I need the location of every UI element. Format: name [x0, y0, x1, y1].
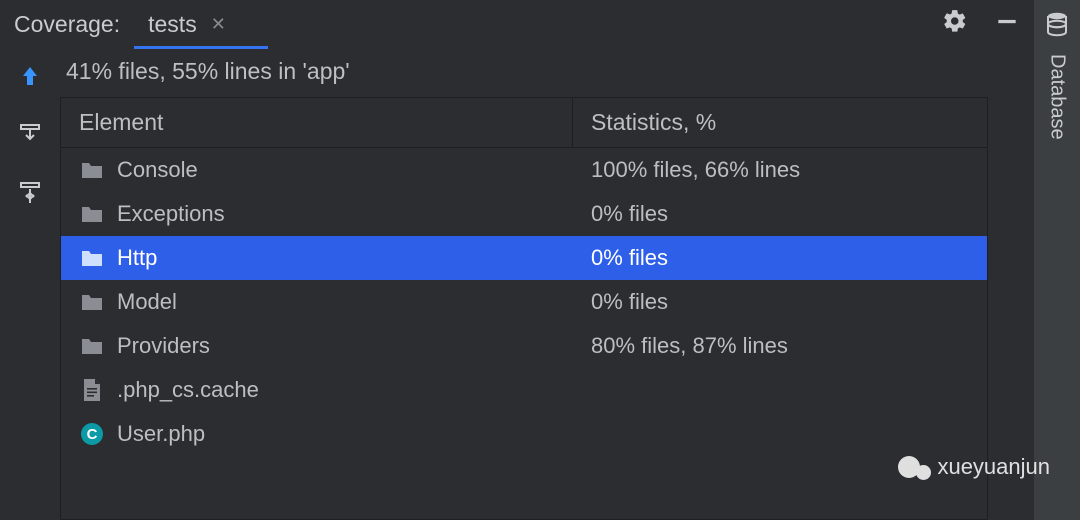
file-icon [79, 377, 105, 403]
watermark-text: xueyuanjun [937, 454, 1050, 480]
cell-stats: 100% files, 66% lines [573, 157, 987, 183]
table-row[interactable]: Http 0% files [61, 236, 987, 280]
database-sidebar-label[interactable]: Database [1046, 54, 1069, 140]
cell-element: Model [61, 289, 573, 315]
coverage-header: Coverage: tests ✕ [0, 0, 1034, 48]
row-name: .php_cs.cache [117, 377, 259, 403]
folder-icon [79, 201, 105, 227]
watermark: xueyuanjun [898, 454, 1050, 480]
row-name: User.php [117, 421, 205, 447]
row-name: Http [117, 245, 157, 271]
tab-tests[interactable]: tests ✕ [144, 0, 230, 48]
tab-label: tests [148, 11, 197, 38]
folder-icon [79, 333, 105, 359]
row-name: Exceptions [117, 201, 225, 227]
export-icon[interactable] [16, 178, 44, 206]
table-row[interactable]: .php_cs.cache [61, 368, 987, 412]
import-icon[interactable] [16, 120, 44, 148]
column-header-element[interactable]: Element [61, 98, 573, 147]
cell-element: Http [61, 245, 573, 271]
panel-title: Coverage: [14, 11, 120, 38]
table-row[interactable]: Providers 80% files, 87% lines [61, 324, 987, 368]
cell-element: .php_cs.cache [61, 377, 573, 403]
coverage-table: Element Statistics, % Console 100% files,… [60, 97, 988, 520]
column-header-stats[interactable]: Statistics, % [573, 98, 987, 147]
left-toolbar [0, 48, 60, 520]
table-row[interactable]: Console 100% files, 66% lines [61, 148, 987, 192]
database-icon[interactable] [1045, 12, 1069, 44]
cell-element: Providers [61, 333, 573, 359]
watermark-bubble-icon [916, 465, 931, 480]
tab-underline [134, 46, 268, 49]
cell-element: Console [61, 157, 573, 183]
table-row[interactable]: Model 0% files [61, 280, 987, 324]
minimize-icon[interactable] [994, 8, 1020, 40]
folder-icon [79, 157, 105, 183]
table-row[interactable]: C User.php [61, 412, 987, 456]
row-name: Console [117, 157, 198, 183]
gear-icon[interactable] [942, 8, 968, 40]
cell-stats: 0% files [573, 289, 987, 315]
cell-element: C User.php [61, 421, 573, 447]
svg-text:C: C [87, 426, 98, 443]
folder-icon [79, 245, 105, 271]
table-row[interactable]: Exceptions 0% files [61, 192, 987, 236]
row-name: Model [117, 289, 177, 315]
class-icon: C [79, 421, 105, 447]
right-sidebar: Database [1034, 0, 1080, 520]
row-name: Providers [117, 333, 210, 359]
cell-stats: 0% files [573, 245, 987, 271]
cell-stats: 0% files [573, 201, 987, 227]
cell-element: Exceptions [61, 201, 573, 227]
close-icon[interactable]: ✕ [211, 14, 226, 35]
coverage-summary: 41% files, 55% lines in 'app' [60, 50, 988, 97]
navigate-up-icon[interactable] [16, 62, 44, 90]
cell-stats: 80% files, 87% lines [573, 333, 987, 359]
folder-icon [79, 289, 105, 315]
table-header: Element Statistics, % [61, 98, 987, 148]
